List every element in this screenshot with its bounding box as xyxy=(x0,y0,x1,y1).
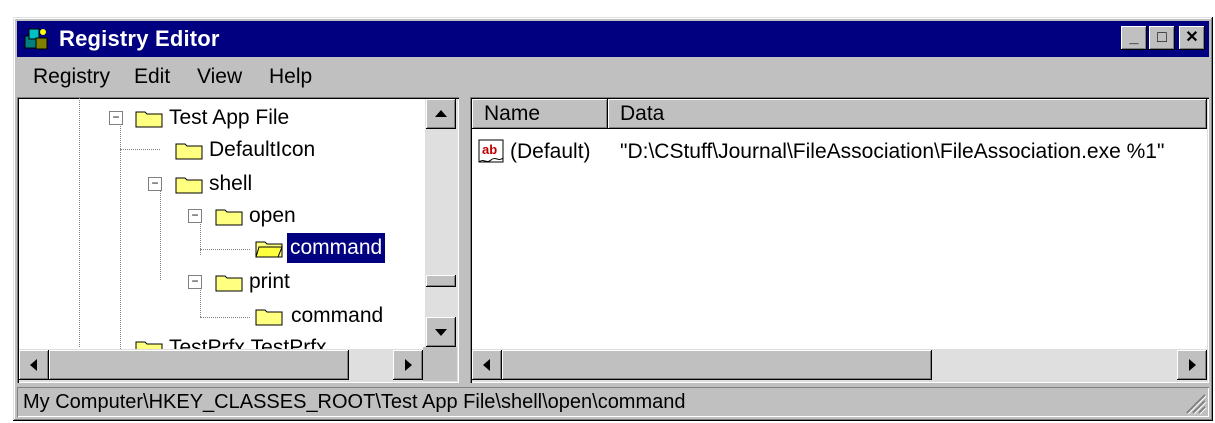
list-horizontal-scrollbar[interactable] xyxy=(472,349,1207,381)
value-data: "D:\CStuff\Journal\FileAssociation\FileA… xyxy=(620,140,1165,163)
scroll-thumb[interactable] xyxy=(502,350,932,380)
folder-icon xyxy=(215,209,243,226)
maximize-button[interactable]: □ xyxy=(1149,26,1175,50)
tree-node-label: print xyxy=(249,270,290,293)
tree-node-print-command[interactable]: command xyxy=(17,301,417,331)
arrow-up-icon xyxy=(435,110,447,117)
column-header-data[interactable]: Data xyxy=(608,99,1207,129)
collapse-icon[interactable]: − xyxy=(148,177,162,191)
registry-editor-icon xyxy=(24,28,48,50)
list-row[interactable]: ab (Default) "D:\CStuff\Journal\FileAsso… xyxy=(472,137,1207,167)
tree-node-print[interactable]: − print xyxy=(17,267,417,297)
scroll-up-button[interactable] xyxy=(426,99,456,129)
arrow-right-icon xyxy=(405,359,412,371)
tree-vertical-scrollbar[interactable] xyxy=(425,99,457,347)
scroll-right-button[interactable] xyxy=(393,350,423,380)
tree-node-label: command xyxy=(285,232,387,264)
scroll-left-button[interactable] xyxy=(19,350,49,380)
tree-node-label: Test App File xyxy=(169,106,290,129)
open-folder-icon xyxy=(255,241,283,258)
tree-horizontal-scrollbar[interactable] xyxy=(19,349,423,381)
menu-help[interactable]: Help xyxy=(269,65,312,89)
tree-node-test-app-file[interactable]: − Test App File xyxy=(17,103,417,133)
arrow-left-icon xyxy=(30,359,37,371)
tree-node-open[interactable]: − open xyxy=(17,201,417,231)
collapse-icon[interactable]: − xyxy=(188,275,202,289)
scroll-down-button[interactable] xyxy=(426,317,456,347)
scroll-left-button[interactable] xyxy=(472,350,502,380)
string-type-glyph: ab xyxy=(482,142,497,157)
arrow-left-icon xyxy=(483,359,490,371)
value-list-pane[interactable]: Name Data ab (Default) "D:\CStuff\Journa… xyxy=(470,97,1209,383)
scrollbar-corner xyxy=(423,347,457,381)
folder-icon xyxy=(175,177,203,194)
menu-registry[interactable]: Registry xyxy=(33,65,110,89)
status-bar: My Computer\HKEY_CLASSES_ROOT\Test App F… xyxy=(17,387,1209,417)
collapse-icon[interactable]: − xyxy=(188,209,202,223)
string-value-icon: ab xyxy=(478,139,504,163)
arrow-down-icon xyxy=(435,329,447,336)
folder-icon xyxy=(175,143,203,160)
column-header-name[interactable]: Name xyxy=(472,99,608,129)
resize-grip-icon[interactable] xyxy=(1183,391,1207,415)
folder-icon xyxy=(215,275,243,292)
menu-view[interactable]: View xyxy=(197,65,242,89)
tree-node-defaulticon[interactable]: DefaultIcon xyxy=(17,135,417,165)
scroll-thumb[interactable] xyxy=(426,275,456,287)
minimize-button[interactable]: _ xyxy=(1121,26,1147,50)
status-path: My Computer\HKEY_CLASSES_ROOT\Test App F… xyxy=(23,391,686,413)
tree-node-label: open xyxy=(249,204,296,227)
folder-icon xyxy=(135,111,163,128)
tree-node-shell[interactable]: − shell xyxy=(17,169,417,199)
menu-edit[interactable]: Edit xyxy=(134,65,170,89)
scroll-thumb[interactable] xyxy=(49,350,349,380)
tree-node-label: command xyxy=(291,304,384,327)
scroll-right-button[interactable] xyxy=(1177,350,1207,380)
collapse-icon[interactable]: − xyxy=(109,111,123,125)
title-bar[interactable]: Registry Editor _ □ ✕ xyxy=(17,21,1209,57)
tree-node-open-command[interactable]: command xyxy=(17,232,417,264)
window-title: Registry Editor xyxy=(59,26,220,51)
key-tree-pane[interactable]: − Test App File DefaultIcon − shell − op… xyxy=(17,97,459,383)
arrow-right-icon xyxy=(1189,359,1196,371)
folder-icon xyxy=(255,309,283,326)
pane-splitter[interactable] xyxy=(459,97,470,383)
close-button[interactable]: ✕ xyxy=(1179,26,1205,50)
tree-node-label: DefaultIcon xyxy=(209,138,316,161)
registry-editor-window: Registry Editor _ □ ✕ Registry Edit View… xyxy=(13,17,1213,421)
menu-bar: Registry Edit View Help xyxy=(17,59,1209,93)
tree-node-label: shell xyxy=(209,172,253,195)
value-name: (Default) xyxy=(510,140,591,163)
